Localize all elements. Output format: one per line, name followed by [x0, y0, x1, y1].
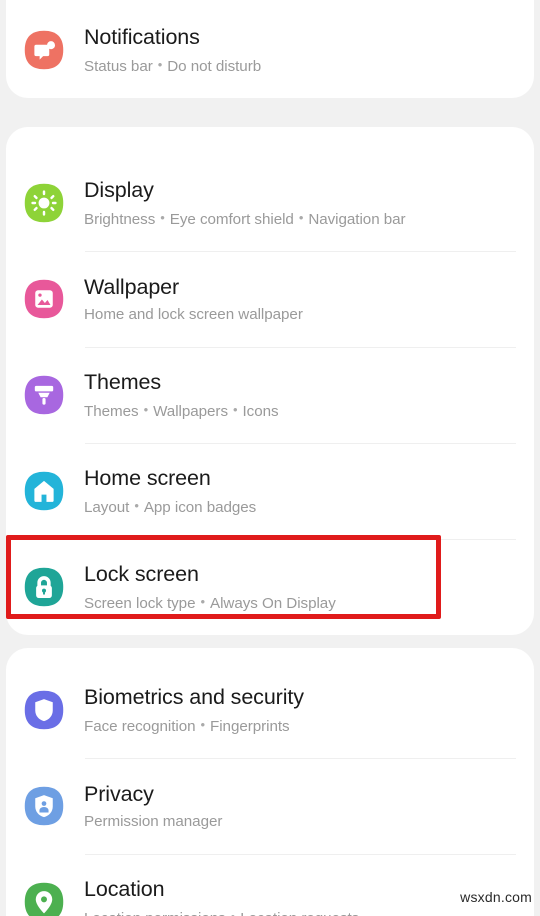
settings-row-title: Notifications	[84, 24, 200, 49]
settings-row-subtitle: Screen lock type • Always On Display	[84, 591, 336, 614]
subtitle-separator-dot: •	[134, 497, 139, 513]
subtitle-part: Fingerprints	[210, 717, 290, 735]
subtitle-part: Status bar	[84, 57, 153, 75]
subtitle-part: Brightness	[84, 210, 156, 228]
settings-row-wallpaper[interactable]: Wallpaper Home and lock screen wallpaper	[6, 251, 534, 347]
subtitle-separator-dot: •	[200, 593, 205, 609]
paintbrush-icon	[22, 373, 66, 417]
settings-row-title: Home screen	[84, 465, 211, 490]
settings-row-text: Home screen Layout • App icon badges	[84, 465, 256, 518]
subtitle-part: Face recognition	[84, 717, 196, 735]
subtitle-separator-dot: •	[157, 56, 163, 72]
settings-row-display[interactable]: Display Brightness • Eye comfort shield • Na…	[6, 155, 534, 251]
settings-row-text: Themes Themes • Wallpapers • Icons	[84, 369, 279, 422]
settings-row-notifications[interactable]: Notifications Status bar • Do not disturb	[6, 2, 534, 98]
subtitle-part: Location permissions	[84, 910, 226, 916]
subtitle-part: Always On Display	[210, 594, 336, 612]
settings-row-subtitle: Permission manager	[84, 812, 223, 830]
settings-row-subtitle: Brightness • Eye comfort shield • Navigation…	[84, 207, 406, 230]
subtitle-part: Layout	[84, 498, 130, 516]
subtitle-part: Wallpapers	[153, 402, 228, 420]
settings-row-subtitle: Face recognition • Fingerprints	[84, 714, 304, 737]
subtitle-separator-dot: •	[143, 401, 149, 417]
padlock-icon	[22, 565, 66, 609]
subtitle-part: Navigation bar	[308, 210, 406, 228]
subtitle-separator-dot: •	[200, 716, 205, 732]
settings-row-themes[interactable]: Themes Themes • Wallpapers • Icons	[6, 347, 534, 443]
settings-row-biometrics-and-security[interactable]: Biometrics and security Face recognition…	[6, 662, 534, 758]
subtitle-part: Eye comfort shield	[169, 210, 294, 228]
settings-row-text: Location Location permissions • Location r…	[84, 876, 359, 916]
subtitle-part: Screen lock type	[84, 594, 196, 612]
shield-person-icon	[22, 784, 66, 828]
shield-icon	[22, 688, 66, 732]
subtitle-separator-dot: •	[230, 908, 236, 916]
subtitle-separator-dot: •	[298, 209, 304, 225]
settings-card-display: Display Brightness • Eye comfort shield • Na…	[6, 127, 534, 635]
settings-row-text: Privacy Permission manager	[84, 781, 222, 832]
watermark-text: wsxdn.com	[460, 889, 532, 905]
settings-row-title: Location	[84, 876, 165, 901]
settings-row-text: Lock screen Screen lock type • Always On D…	[84, 561, 336, 614]
settings-row-subtitle: Location permissions • Location requests	[84, 906, 359, 916]
settings-row-text: Wallpaper Home and lock screen wallpaper	[84, 274, 303, 325]
settings-row-title: Lock screen	[84, 561, 199, 586]
settings-row-title: Themes	[84, 369, 162, 394]
settings-row-title: Biometrics and security	[84, 684, 304, 709]
notification-bubble-icon	[22, 28, 66, 72]
subtitle-part: Location requests	[240, 910, 359, 916]
settings-row-title: Privacy	[84, 781, 154, 806]
subtitle-part: App icon badges	[143, 498, 257, 516]
settings-row-subtitle: Home and lock screen wallpaper	[84, 305, 303, 323]
settings-row-lock-screen[interactable]: Lock screen Screen lock type • Always On D…	[6, 539, 534, 635]
settings-row-text: Display Brightness • Eye comfort shield • Na…	[84, 177, 406, 230]
subtitle-part: Themes	[84, 402, 139, 420]
settings-row-subtitle: Status bar • Do not disturb	[84, 54, 261, 77]
house-icon	[22, 469, 66, 513]
subtitle-separator-dot: •	[160, 209, 165, 225]
subtitle-part: Icons	[242, 402, 279, 420]
settings-row-title: Display	[84, 177, 154, 202]
settings-row-home-screen[interactable]: Home screen Layout • App icon badges	[6, 443, 534, 539]
settings-screen: Notifications Status bar • Do not disturb	[0, 0, 540, 916]
settings-row-privacy[interactable]: Privacy Permission manager	[6, 758, 534, 854]
location-pin-icon	[22, 880, 66, 916]
brightness-sun-icon	[22, 181, 66, 225]
settings-row-text: Biometrics and security Face recognition…	[84, 684, 304, 737]
settings-row-subtitle: Themes • Wallpapers • Icons	[84, 399, 279, 422]
subtitle-separator-dot: •	[232, 401, 238, 417]
settings-row-text: Notifications Status bar • Do not disturb	[84, 24, 261, 77]
settings-row-location[interactable]: Location Location permissions • Location r…	[6, 854, 534, 916]
settings-row-title: Wallpaper	[84, 274, 180, 299]
picture-frame-icon	[22, 277, 66, 321]
settings-card-security: Biometrics and security Face recognition…	[6, 648, 534, 916]
settings-row-subtitle: Layout • App icon badges	[84, 495, 256, 518]
settings-card-notifications: Notifications Status bar • Do not disturb	[6, 0, 534, 98]
subtitle-part: Do not disturb	[167, 57, 262, 75]
